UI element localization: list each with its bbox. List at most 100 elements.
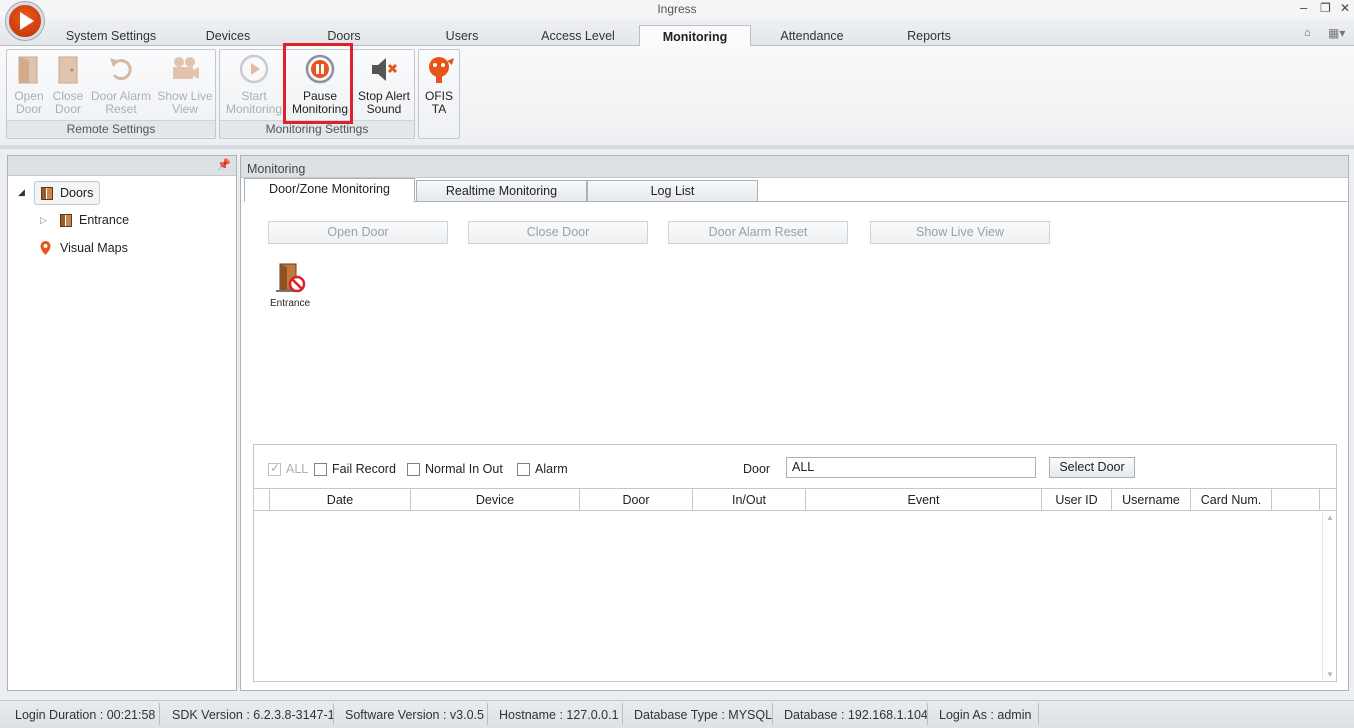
layout-icon[interactable]: ▦▾ — [1328, 26, 1345, 40]
tab-users[interactable]: Users — [436, 29, 488, 43]
expand-doors-icon[interactable]: ◢ — [18, 187, 25, 198]
select-door-button[interactable]: Select Door — [1049, 457, 1135, 478]
open-door-action-button[interactable]: Open Door — [268, 221, 448, 244]
pause-monitoring-button[interactable]: Pause Monitoring — [288, 53, 352, 119]
ofis-label: OFIS — [424, 89, 453, 103]
door-alarm-reset-button[interactable]: Door Alarm Reset — [89, 53, 153, 119]
tab-devices[interactable]: Devices — [198, 29, 258, 43]
fail-record-box — [314, 462, 327, 476]
tab-access-level[interactable]: Access Level — [538, 29, 618, 43]
close-door-label: Close — [52, 89, 84, 103]
ofis-label-2: TA — [431, 102, 447, 116]
tab-log-list[interactable]: Log List — [587, 180, 758, 202]
column-username[interactable]: Username — [1112, 489, 1191, 511]
status-separator — [927, 703, 928, 725]
tab-attendance[interactable]: Attendance — [780, 29, 844, 43]
tab-system-settings[interactable]: System Settings — [56, 29, 166, 43]
grid-scrollbar[interactable]: ▲ ▼ — [1322, 511, 1336, 681]
remote-settings-label: Remote Settings — [7, 120, 215, 137]
monitoring-settings-label: Monitoring Settings — [220, 120, 414, 137]
monitoring-panel-header: Monitoring — [241, 156, 1348, 178]
close-door-action-button[interactable]: Close Door — [468, 221, 648, 244]
show-live-view-label-2: View — [172, 102, 198, 116]
door-filter-label: Door — [743, 462, 771, 476]
close-door-label-2: Door — [54, 102, 81, 116]
pause-monitoring-label-2: Monitoring — [291, 102, 349, 116]
reset-icon — [110, 58, 132, 80]
close-door-button[interactable]: Close Door — [49, 53, 87, 119]
column-card-num[interactable]: Card Num. — [1191, 489, 1272, 511]
tree-node-entrance-label: Entrance — [79, 213, 130, 227]
scroll-up-icon[interactable]: ▲ — [1326, 513, 1334, 522]
status-separator — [159, 703, 160, 725]
open-door-label-2: Door — [15, 102, 42, 116]
door-icon — [41, 186, 53, 200]
show-live-view-action-button[interactable]: Show Live View — [870, 221, 1050, 244]
door-icon — [60, 213, 72, 227]
software-version: Software Version : v3.0.5 — [345, 708, 484, 722]
navigation-panel: 📌 ◢ Doors ▷ Entrance Visual Maps — [7, 155, 237, 691]
status-separator — [487, 703, 488, 725]
show-live-view-label: Show Live — [157, 89, 213, 103]
column-user-id[interactable]: User ID — [1042, 489, 1112, 511]
door-filter-input[interactable]: ALL — [786, 457, 1036, 478]
title-bar: Ingress – ❐ ✕ — [0, 0, 1354, 19]
scroll-down-icon[interactable]: ▼ — [1326, 670, 1334, 679]
database-type: Database Type : MYSQL — [634, 708, 773, 722]
restore-button[interactable]: ❐ — [1320, 0, 1331, 16]
monitoring-panel: Monitoring Door/Zone Monitoring Realtime… — [240, 155, 1349, 691]
window-title: Ingress — [657, 2, 697, 16]
grid-filler-column — [1272, 489, 1320, 511]
status-separator — [622, 703, 623, 725]
remote-settings-group: Open Door Close Door Door Alarm Reset Sh… — [6, 49, 216, 139]
minimize-button[interactable]: – — [1300, 0, 1307, 16]
event-grid-header: Date Device Door In/Out Event User ID Us… — [254, 488, 1336, 511]
alarm-checkbox[interactable]: Alarm — [517, 462, 568, 476]
map-pin-icon — [40, 241, 51, 255]
database-host: Database : 192.168.1.104 — [784, 708, 928, 722]
ribbon: Open Door Close Door Door Alarm Reset Sh… — [0, 46, 1354, 142]
camera-icon — [173, 57, 199, 79]
tree-node-doors[interactable]: Doors — [34, 181, 101, 205]
show-live-view-button[interactable]: Show Live View — [155, 53, 215, 119]
close-button[interactable]: ✕ — [1340, 0, 1350, 16]
tree-node-entrance[interactable]: Entrance — [60, 213, 129, 227]
ofis-ta-button[interactable]: OFIS TA — [419, 53, 459, 119]
tree-node-visual-maps-label: Visual Maps — [60, 241, 128, 255]
tab-doors[interactable]: Doors — [318, 29, 370, 43]
login-as: Login As : admin — [939, 708, 1032, 722]
entrance-door-tile[interactable]: Entrance — [265, 261, 315, 309]
column-event[interactable]: Event — [806, 489, 1042, 511]
collapse-ribbon-icon[interactable]: ⌂ — [1304, 27, 1311, 39]
door-alarm-reset-action-button[interactable]: Door Alarm Reset — [668, 221, 848, 244]
tree-node-visual-maps[interactable]: Visual Maps — [40, 241, 128, 255]
stop-alert-sound-label: Stop Alert — [357, 89, 411, 103]
stop-alert-sound-button[interactable]: Stop Alert Sound — [354, 53, 414, 119]
app-logo[interactable] — [6, 2, 44, 40]
column-date[interactable]: Date — [270, 489, 411, 511]
open-door-label: Open — [14, 89, 44, 103]
pin-icon[interactable]: 📌 — [217, 158, 231, 171]
tab-realtime-monitoring[interactable]: Realtime Monitoring — [416, 180, 587, 202]
tab-reports[interactable]: Reports — [900, 29, 958, 43]
start-monitoring-label-2: Monitoring — [225, 102, 283, 116]
tab-monitoring[interactable]: Monitoring — [639, 25, 751, 47]
tab-door-zone-monitoring[interactable]: Door/Zone Monitoring — [244, 178, 415, 202]
normal-in-out-checkbox[interactable]: Normal In Out — [407, 462, 503, 476]
ofis-group: OFIS TA — [418, 49, 460, 139]
start-monitoring-button[interactable]: Start Monitoring — [222, 53, 286, 119]
all-checkbox[interactable]: ✓ ALL — [268, 461, 308, 476]
expand-entrance-icon[interactable]: ▷ — [40, 215, 47, 226]
column-door[interactable]: Door — [580, 489, 693, 511]
fail-record-checkbox[interactable]: Fail Record — [314, 462, 396, 476]
open-door-button[interactable]: Open Door — [9, 53, 49, 119]
column-in-out[interactable]: In/Out — [693, 489, 806, 511]
play-icon — [239, 54, 269, 84]
door-blocked-icon — [276, 263, 306, 293]
column-device[interactable]: Device — [411, 489, 580, 511]
entrance-door-label: Entrance — [269, 298, 311, 309]
alarm-box — [517, 462, 530, 476]
login-duration: Login Duration : 00:21:58 — [15, 708, 156, 722]
pause-icon — [305, 54, 335, 84]
normal-in-out-label: Normal In Out — [425, 462, 503, 476]
